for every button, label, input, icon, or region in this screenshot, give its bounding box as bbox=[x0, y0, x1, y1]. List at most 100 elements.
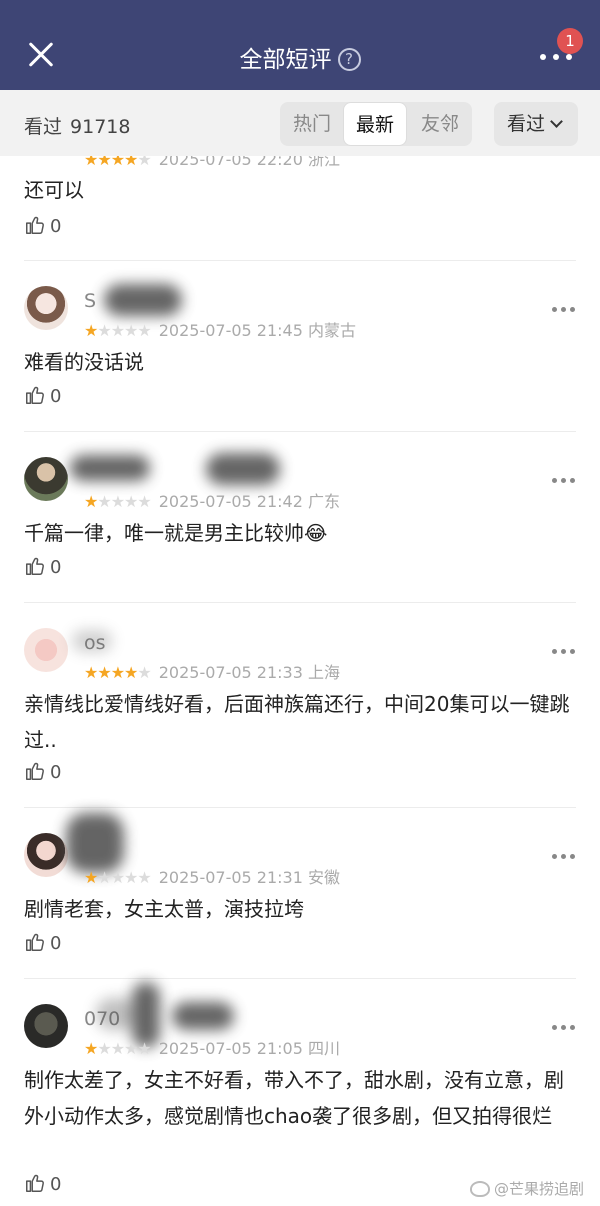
like-button[interactable]: 0 bbox=[24, 384, 61, 410]
like-count: 0 bbox=[50, 762, 62, 783]
star-filled-icon: ★ bbox=[110, 663, 125, 682]
comment-time: 2025-07-05 21:33 bbox=[158, 663, 303, 682]
thumbs-up-icon bbox=[26, 1174, 44, 1192]
page-title-wrap: 全部短评? bbox=[0, 40, 600, 74]
comment-meta: ★★★★★ 2025-07-05 21:05 四川 bbox=[84, 1035, 340, 1059]
notification-badge: 1 bbox=[557, 28, 583, 54]
tab-latest[interactable]: 最新 bbox=[343, 102, 407, 146]
avatar[interactable] bbox=[24, 457, 68, 501]
rating-stars: ★★★★★ bbox=[84, 321, 152, 340]
avatar[interactable] bbox=[24, 286, 68, 330]
comment-time: 2025-07-05 21:05 bbox=[158, 1039, 303, 1058]
comment-location: 上海 bbox=[308, 663, 341, 682]
star-filled-icon: ★ bbox=[84, 1039, 98, 1058]
comment-location: 内蒙古 bbox=[308, 321, 357, 340]
like-button[interactable]: 0 bbox=[24, 214, 61, 240]
star-empty-icon: ★ bbox=[124, 1039, 138, 1058]
watermark-text: @芒果捞追剧 bbox=[494, 1180, 585, 1198]
comment-time: 2025-07-05 21:45 bbox=[158, 321, 303, 340]
comment-text: 剧情老套，女主太普，演技拉垮 bbox=[24, 897, 304, 921]
rating-stars: ★★★★★ bbox=[84, 663, 152, 682]
star-filled-icon: ★ bbox=[84, 868, 98, 887]
sort-segmented-control: 热门 最新 友邻 bbox=[280, 102, 472, 146]
rating-stars: ★★★★★ bbox=[84, 868, 152, 887]
comment-meta: ★★★★★ 2025-07-05 21:33 上海 bbox=[84, 659, 340, 683]
divider bbox=[24, 431, 576, 432]
watermark: @芒果捞追剧 bbox=[470, 1178, 584, 1199]
name-redaction bbox=[70, 455, 150, 481]
divider bbox=[24, 602, 576, 603]
rating-stars: ★★★★★ bbox=[84, 1039, 152, 1058]
star-filled-icon: ★ bbox=[124, 663, 138, 682]
divider bbox=[24, 260, 576, 261]
thumbs-up-icon bbox=[26, 762, 44, 780]
star-filled-icon: ★ bbox=[84, 321, 98, 340]
like-button[interactable]: 0 bbox=[24, 760, 61, 786]
comment-location: 浙江 bbox=[308, 156, 341, 169]
tab-hot[interactable]: 热门 bbox=[280, 102, 344, 146]
star-empty-icon: ★ bbox=[110, 868, 125, 887]
comment-location: 广东 bbox=[308, 492, 341, 511]
avatar[interactable] bbox=[24, 628, 68, 672]
top-nav-bar: 全部短评? 1 bbox=[0, 0, 600, 90]
comment-more-icon[interactable] bbox=[550, 305, 578, 315]
like-count: 0 bbox=[50, 216, 62, 237]
seen-count-value: 91718 bbox=[70, 116, 131, 138]
like-button[interactable]: 0 bbox=[24, 555, 61, 581]
name-redaction bbox=[72, 630, 112, 652]
page-title: 全部短评 bbox=[239, 47, 332, 73]
star-filled-icon: ★ bbox=[110, 156, 125, 169]
comment-meta: ★★★★★ 2025-07-05 22:20 浙江 bbox=[84, 156, 340, 170]
star-empty-icon: ★ bbox=[97, 321, 111, 340]
name-redaction bbox=[206, 453, 280, 485]
star-empty-icon: ★ bbox=[124, 868, 138, 887]
comment-text: 还可以 bbox=[24, 178, 84, 202]
comment-meta: ★★★★★ 2025-07-05 21:42 广东 bbox=[84, 488, 340, 512]
star-filled-icon: ★ bbox=[84, 492, 98, 511]
comment-feed[interactable]: ★★★★★ 2025-07-05 22:20 浙江 还可以 0 S ★★★★★ 20… bbox=[0, 156, 600, 1206]
star-filled-icon: ★ bbox=[84, 663, 98, 682]
comment-text: 亲情线比爱情线好看，后面神族篇还行，中间20集可以一键跳过.. bbox=[24, 692, 570, 752]
like-button[interactable]: 0 bbox=[24, 931, 61, 957]
like-count: 0 bbox=[50, 386, 62, 407]
comment-time: 2025-07-05 22:20 bbox=[158, 156, 303, 169]
star-empty-icon: ★ bbox=[137, 663, 151, 682]
star-empty-icon: ★ bbox=[137, 868, 151, 887]
star-empty-icon: ★ bbox=[110, 492, 125, 511]
seen-label: 看过 bbox=[24, 116, 63, 138]
comment-more-icon[interactable] bbox=[550, 1023, 578, 1033]
star-empty-icon: ★ bbox=[137, 492, 151, 511]
help-icon[interactable]: ? bbox=[337, 48, 361, 71]
avatar[interactable] bbox=[24, 833, 68, 877]
star-empty-icon: ★ bbox=[137, 321, 151, 340]
comment-text: 制作太差了，女主不好看，带入不了，甜水剧，没有立意，剧外小动作太多，感觉剧情也c… bbox=[24, 1068, 564, 1128]
comment-meta: ★★★★★ 2025-07-05 21:45 内蒙古 bbox=[84, 317, 356, 341]
star-filled-icon: ★ bbox=[97, 663, 111, 682]
like-count: 0 bbox=[50, 1174, 62, 1195]
like-count: 0 bbox=[50, 557, 62, 578]
comment-more-icon[interactable] bbox=[550, 476, 578, 486]
tab-friends[interactable]: 友邻 bbox=[408, 102, 472, 146]
name-redaction bbox=[104, 284, 182, 316]
thumbs-up-icon bbox=[26, 386, 44, 404]
comment-text: 千篇一律，唯一就是男主比较帅😂 bbox=[24, 521, 328, 545]
like-count: 0 bbox=[50, 933, 62, 954]
comment-more-icon[interactable] bbox=[550, 852, 578, 862]
chevron-down-icon bbox=[550, 115, 563, 128]
avatar[interactable] bbox=[24, 1004, 68, 1048]
comment-more-icon[interactable] bbox=[550, 647, 578, 657]
star-filled-icon: ★ bbox=[84, 156, 98, 169]
star-empty-icon: ★ bbox=[110, 321, 125, 340]
like-button[interactable]: 0 bbox=[24, 1172, 61, 1198]
star-empty-icon: ★ bbox=[97, 868, 111, 887]
seen-count: 看过 91718 bbox=[24, 112, 130, 139]
star-empty-icon: ★ bbox=[137, 156, 151, 169]
watch-status-dropdown[interactable]: 看过 bbox=[494, 102, 578, 146]
rating-stars: ★★★★★ bbox=[84, 492, 152, 511]
star-filled-icon: ★ bbox=[124, 156, 138, 169]
comment-text: 难看的没话说 bbox=[24, 350, 144, 374]
filter-bar: 看过 91718 热门 最新 友邻 看过 bbox=[0, 90, 600, 156]
divider bbox=[24, 807, 576, 808]
comment-location: 安徽 bbox=[308, 868, 341, 887]
user-name[interactable]: S bbox=[84, 290, 96, 312]
